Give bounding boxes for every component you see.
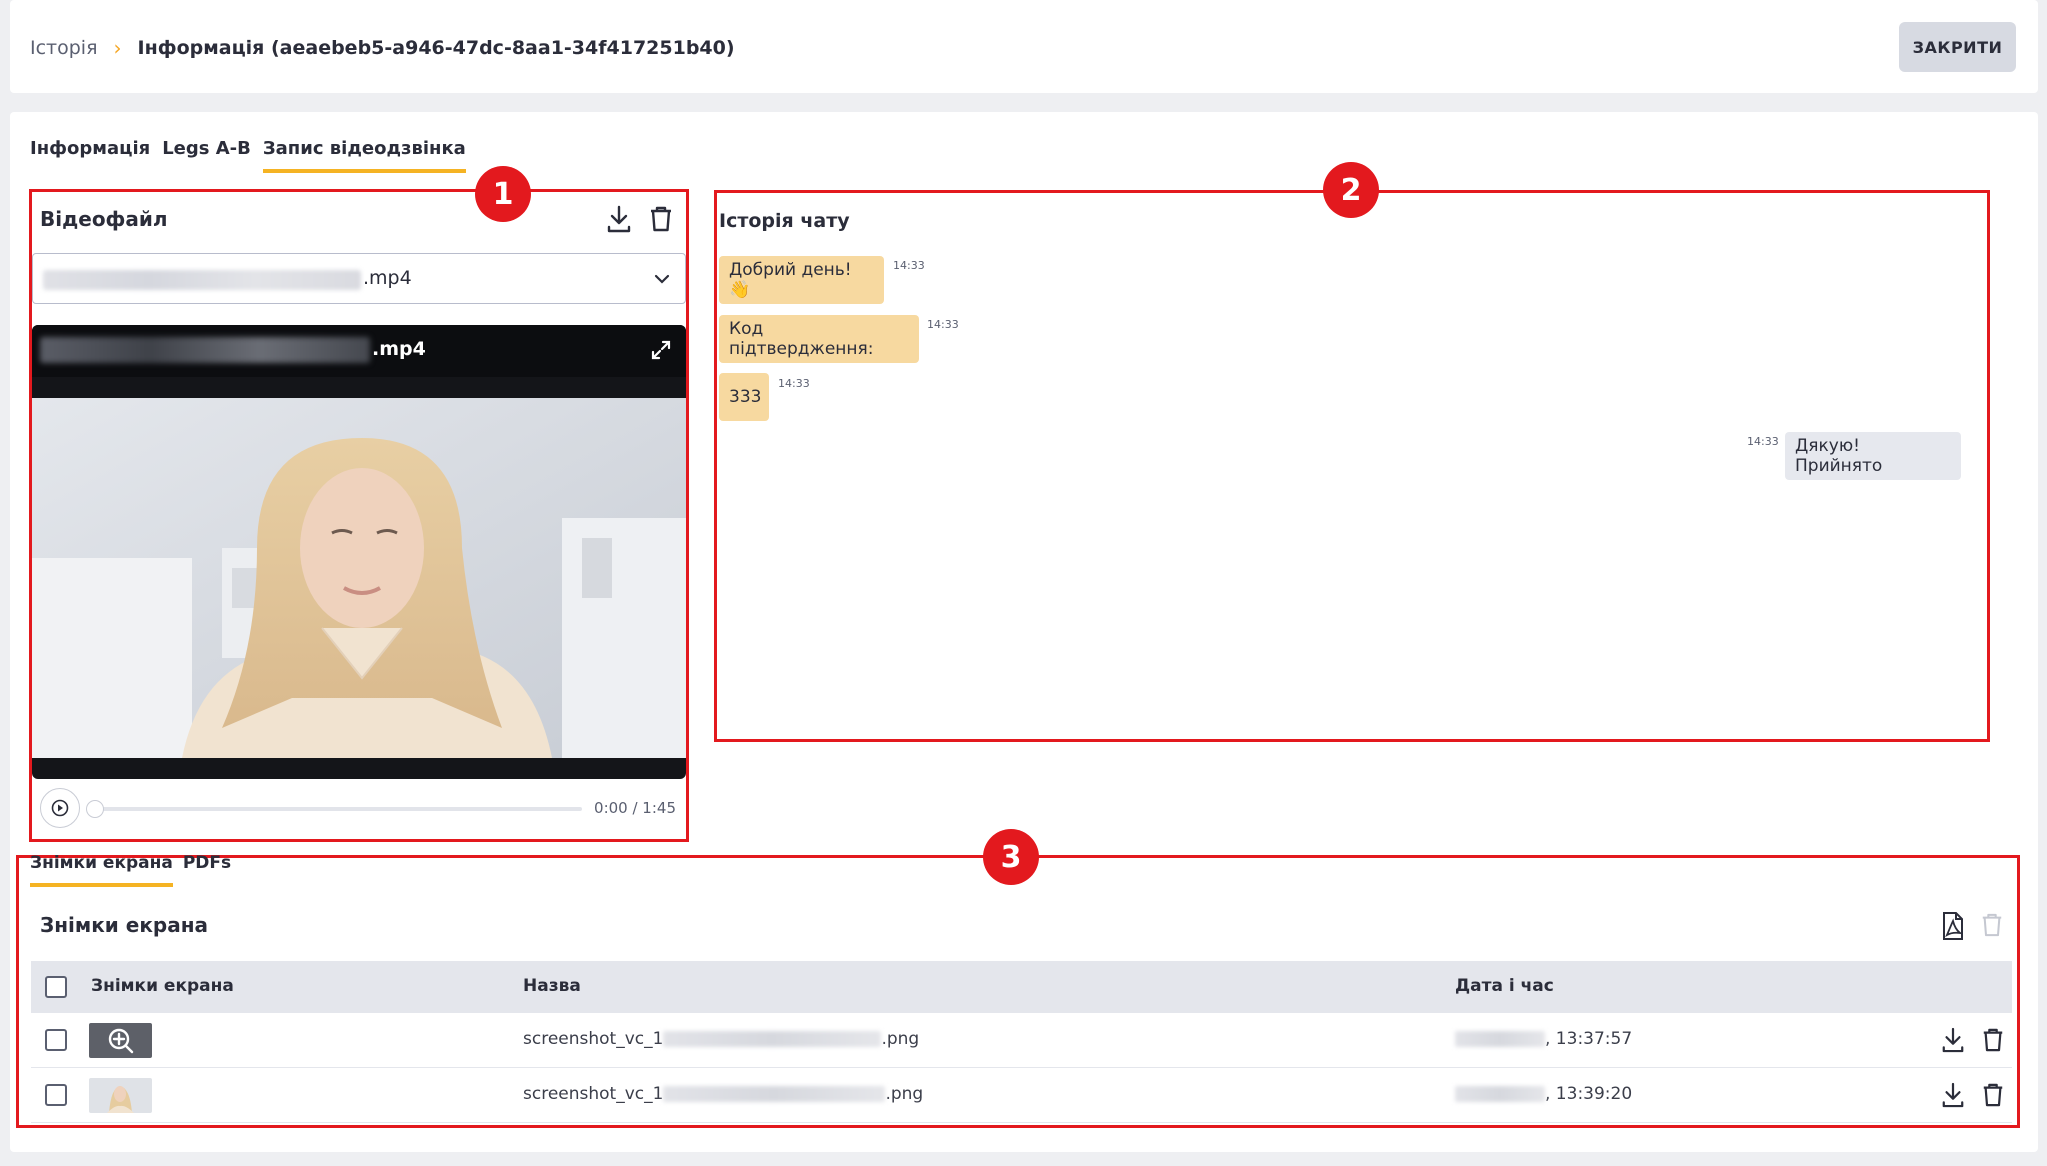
screenshot-thumbnail[interactable] bbox=[89, 1023, 152, 1058]
breadcrumb: Історія › Інформація (aeaebeb5-a946-47dc… bbox=[30, 36, 735, 60]
seek-handle[interactable] bbox=[86, 800, 104, 818]
annotation-marker-2: 2 bbox=[1323, 162, 1379, 218]
export-pdf-icon[interactable] bbox=[1938, 911, 1968, 941]
screenshots-title: Знімки екрана bbox=[40, 913, 209, 937]
tab-legs-ab[interactable]: Legs A-B bbox=[162, 138, 251, 173]
screenshot-datetime: , 13:39:20 bbox=[1455, 1084, 1632, 1104]
download-icon[interactable] bbox=[1941, 1082, 1965, 1108]
screenshot-filename: screenshot_vc_1 .png bbox=[523, 1029, 920, 1049]
video-file-ext: .mp4 bbox=[363, 267, 412, 289]
media-tab-bar: Знімки екрана PDFs bbox=[30, 853, 231, 887]
column-datetime: Дата і час bbox=[1455, 976, 1554, 996]
blurred-player-filename bbox=[40, 337, 370, 363]
player-controls: 0:00 / 1:45 bbox=[32, 782, 686, 838]
chat-message-time: 14:33 bbox=[927, 318, 959, 331]
trash-icon[interactable] bbox=[1981, 1082, 2005, 1108]
trash-icon[interactable] bbox=[648, 205, 678, 235]
screenshots-table: Знімки екрана Назва Дата і час screensho… bbox=[31, 961, 2012, 1123]
table-header: Знімки екрана Назва Дата і час bbox=[31, 961, 2012, 1013]
chat-message-time: 14:33 bbox=[893, 259, 925, 272]
breadcrumb-separator-icon: › bbox=[113, 36, 122, 60]
fullscreen-icon[interactable] bbox=[650, 339, 672, 361]
annotation-marker-3: 3 bbox=[983, 829, 1039, 885]
chat-message-incoming: Код підтвердження: bbox=[719, 315, 919, 363]
chevron-down-icon bbox=[654, 274, 670, 284]
chat-message-time: 14:33 bbox=[778, 377, 810, 390]
blurred-filename bbox=[43, 270, 361, 290]
video-player[interactable]: .mp4 bbox=[32, 325, 686, 779]
playback-time: 0:00 / 1:45 bbox=[594, 799, 676, 817]
row-checkbox[interactable] bbox=[45, 1084, 67, 1106]
chat-message-time: 14:33 bbox=[1747, 435, 1779, 448]
screenshot-filename: screenshot_vc_1 .png bbox=[523, 1084, 924, 1104]
download-icon[interactable] bbox=[606, 205, 636, 235]
annotation-marker-1: 1 bbox=[475, 166, 531, 222]
download-icon[interactable] bbox=[1941, 1027, 1965, 1053]
breadcrumb-current: Інформація (aeaebeb5-a946-47dc-8aa1-34f4… bbox=[137, 37, 735, 59]
zoom-in-icon bbox=[108, 1028, 134, 1054]
breadcrumb-history-link[interactable]: Історія bbox=[30, 37, 98, 59]
chat-history-title: Історія чату bbox=[719, 210, 850, 232]
player-title-bar: .mp4 bbox=[32, 325, 686, 377]
trash-icon[interactable] bbox=[1981, 1027, 2005, 1053]
video-frame-image bbox=[32, 398, 686, 758]
tab-bar: Інформація Legs A-B Запис відеодзвінка bbox=[30, 138, 466, 173]
play-button[interactable] bbox=[40, 788, 80, 828]
chat-message-outgoing: Дякую! Прийнято bbox=[1785, 432, 1961, 480]
player-file-ext: .mp4 bbox=[372, 338, 426, 360]
screenshot-thumbnail[interactable] bbox=[89, 1078, 152, 1113]
screenshot-datetime: , 13:37:57 bbox=[1455, 1029, 1632, 1049]
close-button[interactable]: ЗАКРИТИ bbox=[1899, 22, 2016, 72]
play-icon bbox=[51, 799, 69, 817]
column-screenshot: Знімки екрана bbox=[91, 976, 234, 996]
trash-icon-disabled[interactable] bbox=[1980, 911, 2010, 941]
row-checkbox[interactable] bbox=[45, 1029, 67, 1051]
tab-screenshots[interactable]: Знімки екрана bbox=[30, 853, 173, 887]
video-file-title: Відеофайл bbox=[40, 207, 168, 231]
seek-slider[interactable] bbox=[86, 800, 582, 818]
column-name: Назва bbox=[523, 976, 581, 996]
table-row[interactable]: screenshot_vc_1 .png , 13:37:57 bbox=[31, 1013, 2012, 1068]
tab-pdfs[interactable]: PDFs bbox=[183, 853, 231, 887]
select-all-checkbox[interactable] bbox=[45, 976, 67, 998]
video-file-select[interactable]: .mp4 bbox=[32, 253, 686, 304]
page-header: Історія › Інформація (aeaebeb5-a946-47dc… bbox=[10, 0, 2038, 93]
table-row[interactable]: screenshot_vc_1 .png , 13:39:20 bbox=[31, 1068, 2012, 1123]
tab-video-call-recording[interactable]: Запис відеодзвінка bbox=[262, 138, 466, 173]
chat-message-incoming: 333 bbox=[719, 373, 769, 421]
tab-information[interactable]: Інформація bbox=[30, 138, 150, 173]
chat-message-incoming: Добрий день! 👋 bbox=[719, 256, 884, 304]
